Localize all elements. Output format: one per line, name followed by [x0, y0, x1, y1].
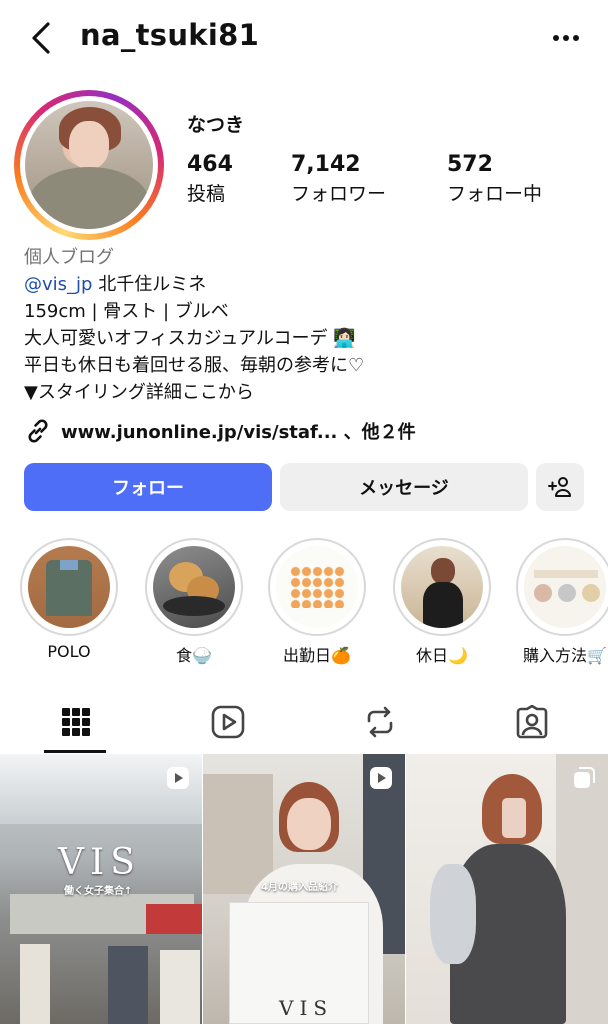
more-options-icon[interactable] — [548, 20, 584, 56]
top-bar: na_tsuki81 — [0, 0, 608, 78]
highlight-holiday[interactable]: 休日🌙 — [393, 538, 491, 666]
profile-category: 個人ブログ — [24, 247, 114, 268]
reel-icon — [167, 767, 189, 789]
highlight-how-to-buy[interactable]: 購入方法🛒 — [516, 538, 608, 666]
avatar-photo — [25, 101, 153, 229]
carousel-icon — [574, 767, 595, 788]
posts-stat[interactable]: 464 投稿 — [187, 152, 233, 206]
posts-grid: VIS 働く女子集合↑ 4月の購入品紹介 VIS — [0, 754, 608, 1024]
followers-stat[interactable]: 7,142 フォロワー — [291, 152, 386, 206]
reel-icon — [370, 767, 392, 789]
highlight-polo[interactable]: POLO — [20, 538, 118, 661]
suggest-users-button[interactable] — [536, 463, 584, 511]
post-thumbnail[interactable]: VIS 働く女子集合↑ — [0, 754, 202, 1024]
post-thumbnail[interactable]: 4月の購入品紹介 VIS — [203, 754, 405, 1024]
external-link[interactable]: www.junonline.jp/vis/staf... 、他２件 — [24, 416, 416, 446]
highlight-cover — [153, 546, 235, 628]
reels-icon — [211, 705, 245, 739]
link-icon — [28, 419, 48, 443]
display-name: なつき — [187, 114, 245, 136]
tab-reposts[interactable] — [304, 690, 456, 754]
active-tab-indicator — [44, 750, 106, 753]
highlight-cover — [401, 546, 483, 628]
highlight-food[interactable]: 食🍚 — [145, 538, 243, 666]
following-stat[interactable]: 572 フォロー中 — [447, 152, 542, 206]
tab-tagged[interactable] — [456, 690, 608, 754]
post-overlay-title: VIS — [58, 842, 141, 883]
post-thumbnail[interactable] — [406, 754, 608, 1024]
post-overlay-text: 4月の購入品紹介 — [261, 882, 338, 893]
reposts-icon — [367, 706, 393, 738]
message-button[interactable]: メッセージ — [280, 463, 528, 511]
mention-link[interactable]: @vis_jp — [24, 274, 92, 295]
highlight-cover — [276, 546, 358, 628]
follow-button[interactable]: フォロー — [24, 463, 272, 511]
profile-avatar[interactable] — [14, 90, 164, 240]
grid-icon — [62, 708, 90, 736]
profile-username: na_tsuki81 — [80, 18, 260, 52]
post-overlay-title: VIS — [279, 996, 334, 1020]
post-overlay-text: 働く女子集合↑ — [64, 886, 133, 897]
profile-bio: 個人ブログ @vis_jp 北千住ルミネ 159cm | 骨スト | ブルベ 大… — [24, 244, 594, 406]
person-add-icon — [548, 477, 571, 497]
link-text: www.junonline.jp/vis/staf... 、他２件 — [61, 422, 416, 443]
highlight-workdays[interactable]: 出勤日🍊 — [268, 538, 366, 666]
profile-tabs — [0, 690, 608, 754]
back-arrow-icon[interactable] — [26, 20, 58, 56]
tab-posts-grid[interactable] — [0, 690, 152, 754]
tab-reels[interactable] — [152, 690, 304, 754]
highlight-cover — [28, 546, 110, 628]
tagged-icon — [516, 705, 548, 739]
highlight-cover — [524, 546, 606, 628]
